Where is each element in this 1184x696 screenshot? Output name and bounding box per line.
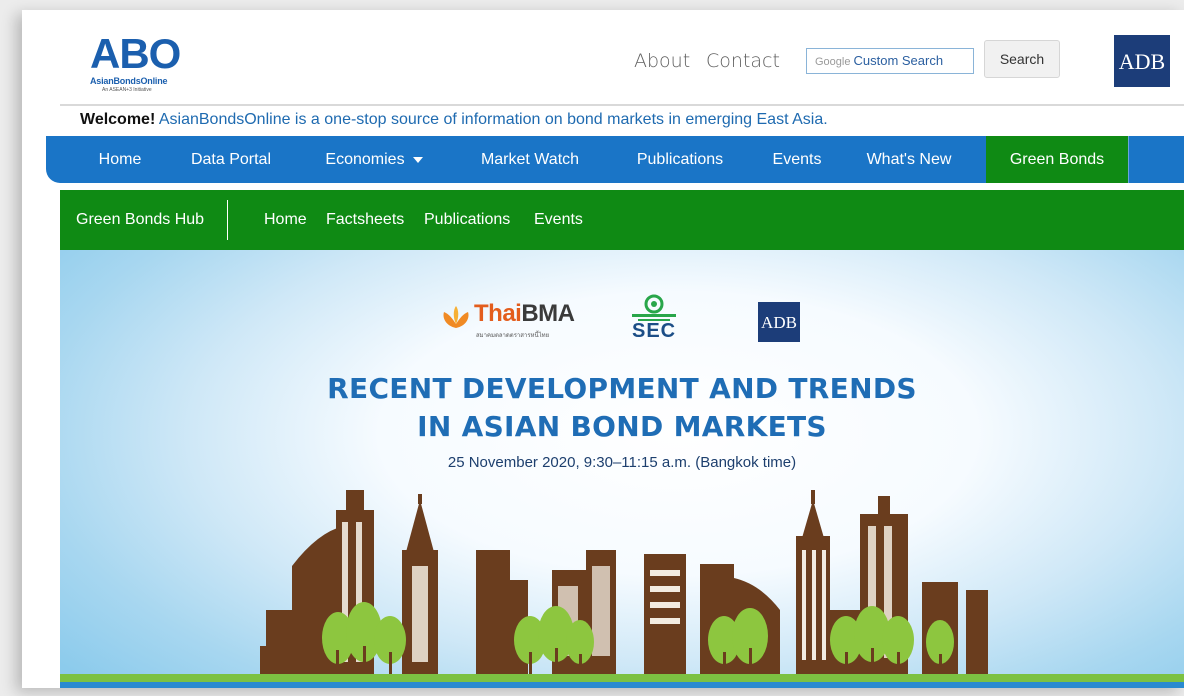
sec-text: SEC (632, 320, 677, 342)
adb-logo[interactable]: ADB (1114, 35, 1170, 87)
banner-grass-strip (60, 674, 1184, 682)
nav-home[interactable]: Home (78, 136, 162, 183)
browser-page: ABO AsianBondsOnline An ASEAN+3 Initiati… (22, 10, 1184, 688)
adb-sponsor-logo: ADB (758, 302, 800, 342)
subnav-divider (227, 200, 228, 240)
google-brand-label: Google (815, 56, 851, 68)
subnav-home[interactable]: Home (264, 190, 307, 250)
search-placeholder: Custom Search (853, 53, 944, 68)
nav-market-watch[interactable]: Market Watch (456, 136, 604, 183)
contact-link[interactable]: Contact (706, 50, 780, 72)
page: ABO AsianBondsOnline An ASEAN+3 Initiati… (0, 0, 1184, 696)
nav-data-portal[interactable]: Data Portal (172, 136, 290, 183)
thaibma-logo: ThaiBMA สมาคมตลาดตราสารหนี้ไทย (440, 300, 580, 346)
banner-bottom-bar (60, 682, 1184, 688)
nav-economies[interactable]: Economies (304, 136, 444, 183)
city-skyline-illustration (260, 490, 988, 674)
welcome-text: AsianBondsOnline is a one-stop source of… (155, 111, 828, 128)
sec-emblem-icon (632, 294, 676, 321)
about-link[interactable]: About (634, 50, 690, 72)
nav-whats-new[interactable]: What's New (850, 136, 968, 183)
search-input[interactable]: Google Custom Search (806, 48, 974, 74)
lotus-icon (443, 306, 469, 328)
subnav-events[interactable]: Events (534, 190, 583, 250)
logo-subtitle: AsianBondsOnline (90, 76, 168, 86)
nav-economies-label: Economies (325, 151, 405, 168)
green-bonds-hub-title[interactable]: Green Bonds Hub (76, 190, 204, 250)
welcome-bold: Welcome! (80, 111, 156, 128)
green-bonds-subnav: Green Bonds Hub Home Factsheets Publicat… (60, 190, 1184, 250)
thaibma-bma: BMA (521, 300, 575, 327)
subnav-factsheets[interactable]: Factsheets (326, 190, 404, 250)
logo-text: ABO (90, 30, 181, 77)
thaibma-subtitle: สมาคมตลาดตราสารหนี้ไทย (476, 333, 550, 339)
banner-date: 25 November 2020, 9:30–11:15 a.m. (Bangk… (447, 454, 797, 471)
welcome-message: Welcome! AsianBondsOnline is a one-stop … (80, 111, 828, 129)
thaibma-text: ThaiBMA (474, 300, 575, 328)
subnav-publications[interactable]: Publications (424, 190, 510, 250)
abo-logo[interactable]: ABO AsianBondsOnline An ASEAN+3 Initiati… (82, 32, 192, 102)
thaibma-thai: Thai (474, 300, 522, 327)
nav-events[interactable]: Events (754, 136, 840, 183)
chevron-down-icon (412, 156, 423, 163)
logo-tagline: An ASEAN+3 Initiative (102, 87, 152, 93)
banner-title-line2: IN ASIAN BOND MARKETS (417, 410, 827, 443)
nav-divider (1128, 136, 1129, 183)
search-button[interactable]: Search (984, 40, 1060, 78)
nav-green-bonds[interactable]: Green Bonds (986, 136, 1128, 183)
main-nav: Home Data Portal Economies Market Watch … (46, 136, 1184, 183)
event-banner[interactable]: ThaiBMA สมาคมตลาดตราสารหนี้ไทย SEC ADB R… (60, 250, 1184, 688)
header-divider (60, 104, 1184, 106)
banner-title-line1: RECENT DEVELOPMENT AND TRENDS (327, 372, 917, 405)
sec-logo: SEC (628, 292, 680, 348)
nav-publications[interactable]: Publications (612, 136, 748, 183)
